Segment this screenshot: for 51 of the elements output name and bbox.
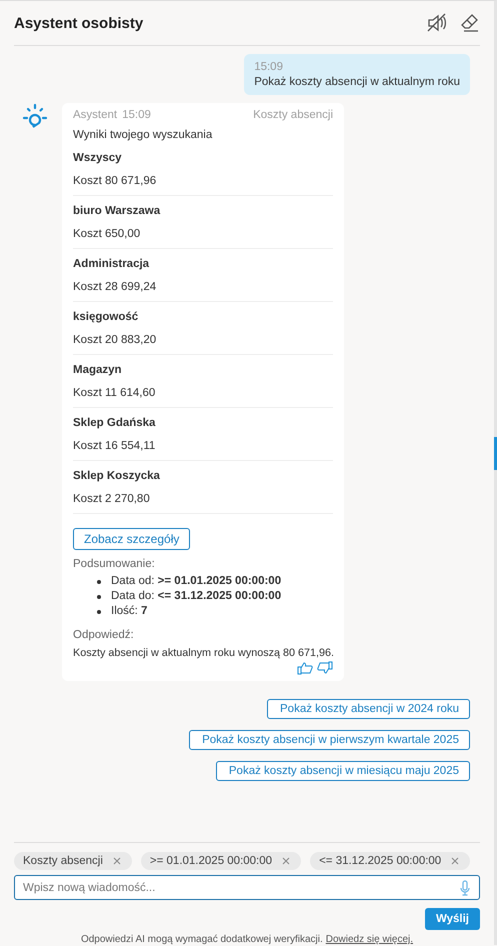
close-icon[interactable] xyxy=(112,857,121,865)
suggestion-button[interactable]: Pokaż koszty absencji w 2024 roku xyxy=(267,699,470,719)
group-name: Administracja xyxy=(73,258,150,270)
details-button[interactable]: Zobacz szczegóły xyxy=(73,528,190,550)
message-input[interactable]: Wpisz nową wiadomość... xyxy=(14,875,480,900)
summary-item: Ilość: 7 xyxy=(111,604,148,619)
topic-label: Koszty absencji xyxy=(253,109,333,121)
cost-value: Koszt 2 270,80 xyxy=(73,493,151,505)
group-name: biuro Warszawa xyxy=(73,205,162,217)
group-name: Wszyscy xyxy=(73,152,123,164)
disclaimer-text: Odpowiedzi AI mogą wymagać dodatkowej weryfikacji. xyxy=(80,934,323,945)
summary-item: Data od: >= 01.01.2025 00:00:00 xyxy=(111,574,282,589)
microphone-icon[interactable] xyxy=(460,880,470,896)
send-button[interactable]: Wyślij xyxy=(424,908,480,930)
thumbs-up-icon[interactable] xyxy=(297,661,313,675)
message-text: Pokaż koszty absencji w aktualnym roku xyxy=(254,76,460,88)
group-name: księgowość xyxy=(73,311,140,323)
speaker-muted-icon[interactable] xyxy=(426,13,448,33)
answer-label: Odpowiedź: xyxy=(73,629,135,641)
cost-value: Koszt 11 614,60 xyxy=(73,387,156,399)
bullet-icon xyxy=(97,580,101,584)
sender-name: Asystent xyxy=(73,109,118,121)
message-time: 15:09 xyxy=(122,109,151,121)
intro-text: Wyniki twojego wyszukania xyxy=(73,129,214,141)
scrollbar-thumb[interactable] xyxy=(494,437,497,470)
window-title: Asystent osobisty xyxy=(14,14,144,32)
bullet-icon xyxy=(97,610,101,614)
filter-label: >= 01.01.2025 00:00:00 xyxy=(150,855,272,867)
eraser-icon[interactable] xyxy=(460,13,480,33)
close-icon[interactable] xyxy=(451,857,460,865)
cost-value: Koszt 28 699,24 xyxy=(73,281,158,293)
filter-label: <= 31.12.2025 00:00:00 xyxy=(319,855,442,867)
message-time: 15:09 xyxy=(254,61,284,73)
cost-value: Koszt 80 671,96 xyxy=(73,175,158,187)
suggestion-button[interactable]: Pokaż koszty absencji w miesiącu maju 2025 xyxy=(216,761,470,781)
bullet-icon xyxy=(97,594,101,598)
summary-label: Podsumowanie: xyxy=(73,558,156,570)
thumbs-down-icon[interactable] xyxy=(317,661,333,675)
summary-item: Data do: <= 31.12.2025 00:00:00 xyxy=(111,589,282,604)
answer-text: Koszty absencji w aktualnym roku wynoszą 80 671,96. xyxy=(73,647,333,659)
group-name: Sklep Koszycka xyxy=(73,470,161,482)
close-icon[interactable] xyxy=(282,857,290,865)
cost-value: Koszt 650,00 xyxy=(73,228,142,240)
sun-icon xyxy=(22,103,48,129)
cost-value: Koszt 16 554,11 xyxy=(73,440,156,452)
group-name: Sklep Gdańska xyxy=(73,417,156,429)
group-name: Magazyn xyxy=(73,364,123,376)
cost-value: Koszt 20 883,20 xyxy=(73,334,158,346)
suggestion-button[interactable]: Pokaż koszty absencji w pierwszym kwartale 2025 xyxy=(189,730,470,750)
filter-label: Koszty absencji xyxy=(23,855,103,867)
learn-more-link[interactable]: Dowiedz się więcej. xyxy=(326,934,414,945)
